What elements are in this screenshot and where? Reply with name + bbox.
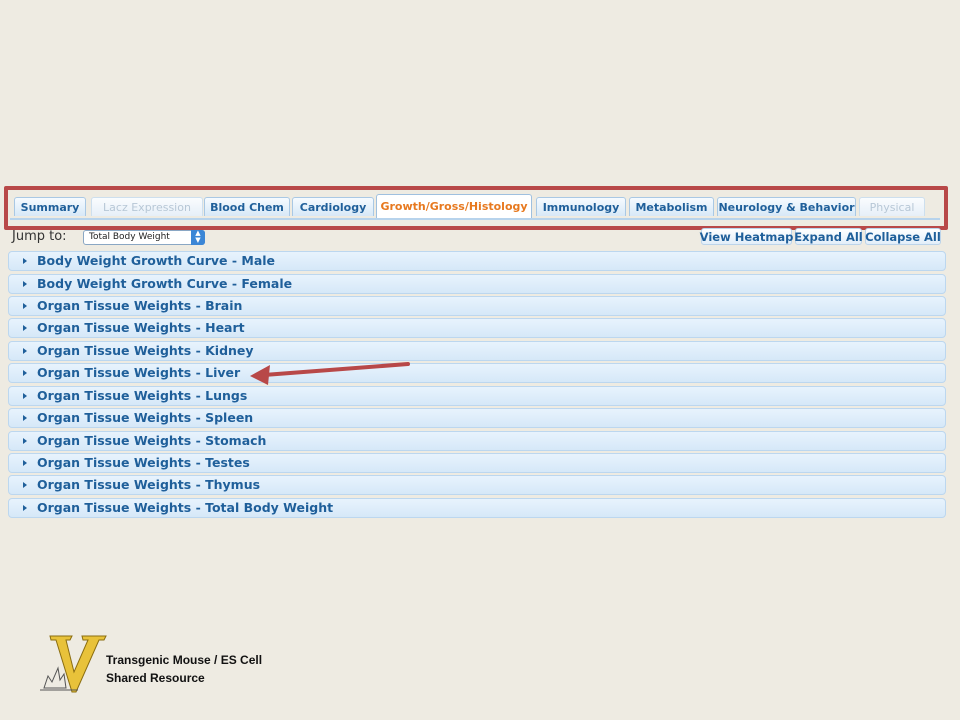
logo-line-1: Transgenic Mouse / ES Cell <box>106 653 263 667</box>
expand-triangle-icon <box>23 281 27 287</box>
section-title: Organ Tissue Weights - Testes <box>37 455 250 470</box>
jump-to-select[interactable]: Total Body Weight ▲ ▼ <box>83 230 205 245</box>
section-row[interactable]: Organ Tissue Weights - Brain <box>8 296 946 316</box>
section-title: Organ Tissue Weights - Heart <box>37 320 245 335</box>
expand-triangle-icon <box>23 258 27 264</box>
annotation-arrow-icon <box>250 362 410 385</box>
expand-triangle-icon <box>23 415 27 421</box>
section-row[interactable]: Organ Tissue Weights - Testes <box>8 453 946 473</box>
vanderbilt-logo <box>40 635 107 693</box>
expand-triangle-icon <box>23 393 27 399</box>
collapse-all-button[interactable]: Collapse All <box>865 228 941 245</box>
section-title: Body Weight Growth Curve - Female <box>37 276 293 291</box>
section-row[interactable]: Body Weight Growth Curve - Male <box>8 251 946 271</box>
section-title: Organ Tissue Weights - Lungs <box>37 388 248 403</box>
expand-triangle-icon <box>23 460 27 466</box>
section-title: Organ Tissue Weights - Stomach <box>37 433 267 448</box>
section-row[interactable]: Organ Tissue Weights - Liver <box>8 363 946 383</box>
section-row[interactable]: Organ Tissue Weights - Thymus <box>8 475 946 495</box>
section-row[interactable]: Body Weight Growth Curve - Female <box>8 274 946 294</box>
section-title: Organ Tissue Weights - Liver <box>37 365 241 380</box>
section-row[interactable]: Organ Tissue Weights - Stomach <box>8 431 946 451</box>
expand-triangle-icon <box>23 325 27 331</box>
view-heatmap-button[interactable]: View Heatmap <box>700 228 793 245</box>
section-title: Body Weight Growth Curve - Male <box>37 253 276 268</box>
logo-text: Transgenic Mouse / ES Cell Shared Resour… <box>106 651 262 687</box>
expand-triangle-icon <box>23 482 27 488</box>
section-row[interactable]: Organ Tissue Weights - Lungs <box>8 386 946 406</box>
section-title: Organ Tissue Weights - Brain <box>37 298 243 313</box>
expand-all-button[interactable]: Expand All <box>794 228 863 245</box>
expand-triangle-icon <box>23 348 27 354</box>
expand-triangle-icon <box>23 438 27 444</box>
select-arrows-icon: ▲ ▼ <box>191 230 205 245</box>
section-row[interactable]: Organ Tissue Weights - Heart <box>8 318 946 338</box>
jump-to-label: Jump to: <box>12 229 67 244</box>
expand-triangle-icon <box>23 303 27 309</box>
tab-highlight-box <box>4 186 948 230</box>
section-row[interactable]: Organ Tissue Weights - Total Body Weight <box>8 498 946 518</box>
section-row[interactable]: Organ Tissue Weights - Kidney <box>8 341 946 361</box>
logo-line-2: Shared Resource <box>106 671 205 685</box>
jump-to-value: Total Body Weight <box>89 232 170 242</box>
section-title: Organ Tissue Weights - Kidney <box>37 343 254 358</box>
section-title: Organ Tissue Weights - Spleen <box>37 410 254 425</box>
expand-triangle-icon <box>23 370 27 376</box>
section-title: Organ Tissue Weights - Total Body Weight <box>37 500 334 515</box>
section-title: Organ Tissue Weights - Thymus <box>37 477 261 492</box>
expand-triangle-icon <box>23 505 27 511</box>
section-row[interactable]: Organ Tissue Weights - Spleen <box>8 408 946 428</box>
